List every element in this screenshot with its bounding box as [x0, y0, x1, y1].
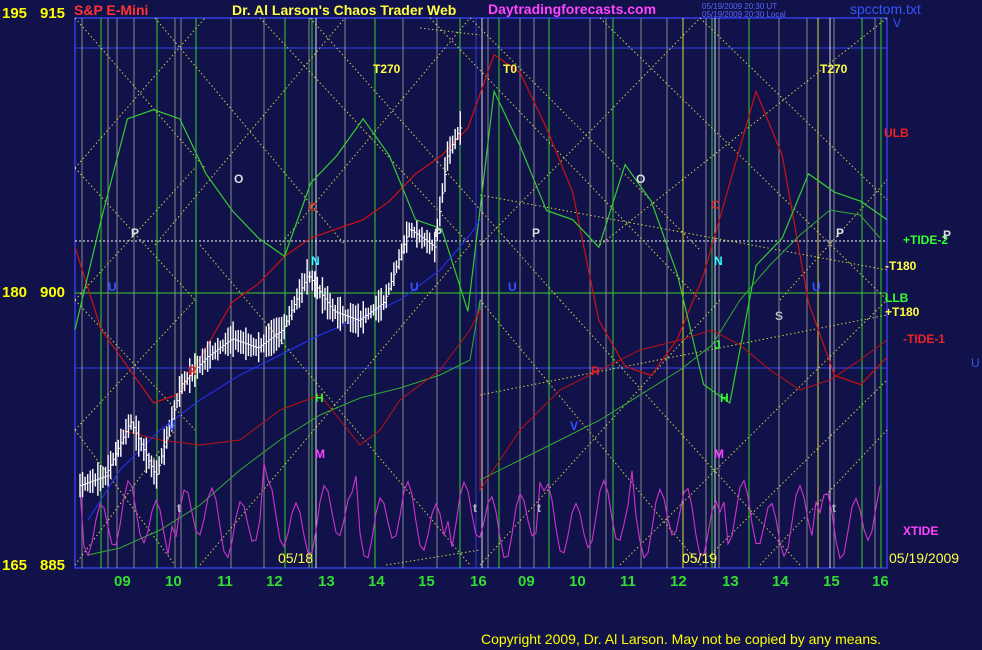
label-xtide: XTIDE [903, 524, 938, 538]
label-u-right: U [971, 356, 980, 370]
x-tick-label: 10 [569, 573, 586, 590]
x-tick-label: 16 [872, 573, 889, 590]
date-label-2: 05/19 [682, 550, 717, 566]
label-tide2: +TIDE-2 [903, 233, 948, 247]
x-tick-label: 14 [368, 573, 385, 590]
y-tick-right-2: 900 [40, 284, 65, 301]
marker-p: P [532, 226, 540, 240]
marker-u: U [108, 280, 117, 294]
marker-n: N [311, 254, 320, 268]
x-tick-label: 16 [470, 573, 487, 590]
y-tick-left-2: 180 [2, 284, 27, 301]
y-tick-right-3: 885 [40, 557, 65, 574]
marker-r: R [188, 364, 197, 378]
marker-n: N [714, 254, 723, 268]
label-ulb: ULB [884, 126, 909, 140]
date-label-1: 05/18 [278, 550, 313, 566]
x-tick-label: 12 [266, 573, 283, 590]
marker-u: U [812, 280, 821, 294]
label-t180-plus: +T180 [885, 305, 920, 319]
chart-area: S&P E-Mini Dr. Al Larson's Chaos Trader … [0, 0, 982, 650]
marker-p: P [836, 226, 844, 240]
marker-t: t [473, 501, 477, 515]
y-tick-left-1: 195 [2, 5, 27, 22]
data-file-label: spcctom.txt [850, 1, 921, 17]
copyright: Copyright 2009, Dr. Al Larson. May not b… [481, 631, 881, 647]
marker-p: P [434, 226, 442, 240]
x-tick-label: 15 [418, 573, 435, 590]
x-tick-label: 11 [620, 573, 636, 590]
label-v-right: V [893, 16, 901, 30]
marker-t: t [177, 501, 181, 515]
marker-v: V [570, 419, 578, 433]
site-link[interactable]: Daytradingforecasts.com [488, 1, 656, 17]
marker-h: H [720, 391, 729, 405]
x-tick-label: 09 [114, 573, 131, 590]
label-t180-minus: -T180 [885, 259, 917, 273]
marker-t0: T0 [503, 62, 517, 76]
chart-title: Dr. Al Larson's Chaos Trader Web [232, 2, 456, 18]
marker-j: J [714, 338, 721, 352]
marker-r: R [591, 364, 600, 378]
chart-svg: S&P E-Mini Dr. Al Larson's Chaos Trader … [0, 0, 982, 650]
x-tick-label: 10 [165, 573, 182, 590]
marker-p: P [131, 226, 139, 240]
x-tick-label: 11 [217, 573, 233, 590]
marker-o: O [636, 172, 645, 186]
x-tick-label: 09 [518, 573, 535, 590]
marker-u: U [508, 280, 517, 294]
marker-o: O [234, 172, 243, 186]
x-tick-label: 13 [722, 573, 739, 590]
label-llb: LLB [885, 291, 909, 305]
marker-v: V [168, 419, 176, 433]
marker-s: S [775, 309, 783, 323]
y-tick-right-1: 915 [40, 5, 65, 22]
label-p-right: P [943, 228, 951, 242]
marker-m: M [315, 447, 325, 461]
marker-h: H [315, 391, 324, 405]
y-tick-left-3: 165 [2, 557, 27, 574]
marker-t: t [537, 501, 541, 515]
marker-c: C [309, 200, 318, 214]
label-tide1: -TIDE-1 [903, 332, 945, 346]
marker-t270: T270 [373, 62, 401, 76]
date-label-3: 05/19/2009 [889, 550, 959, 566]
marker-m: M [714, 447, 724, 461]
marker-c: C [711, 198, 720, 212]
instrument-label: S&P E-Mini [74, 2, 148, 18]
x-tick-label: 15 [823, 573, 840, 590]
x-tick-label: 12 [670, 573, 687, 590]
marker-u: U [410, 280, 419, 294]
marker-t: t [832, 501, 836, 515]
timestamp-local: 05/19/2009 20:30 Local [702, 10, 786, 19]
marker-t270-2: T270 [820, 62, 848, 76]
x-tick-label: 14 [772, 573, 789, 590]
x-tick-label: 13 [318, 573, 335, 590]
